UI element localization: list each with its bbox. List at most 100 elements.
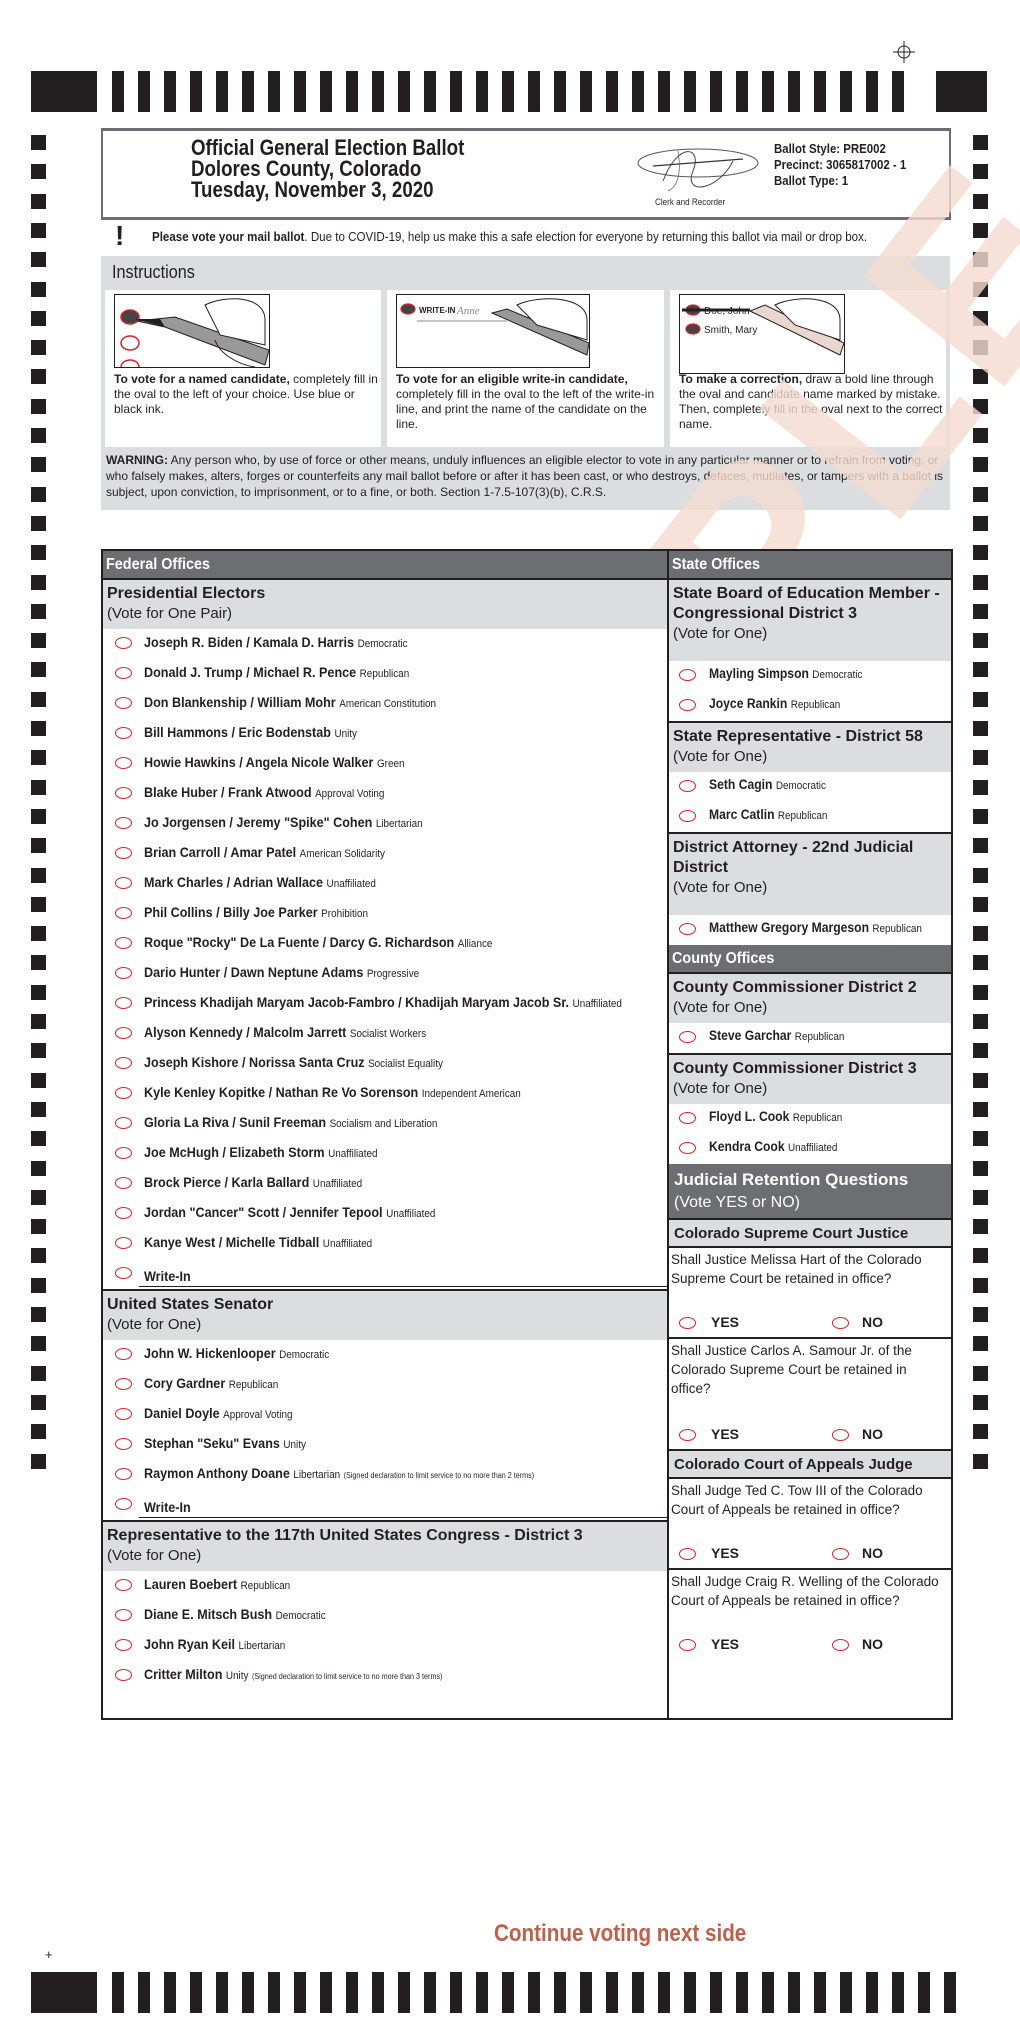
write-in-line[interactable]: [139, 1286, 668, 1287]
candidate-row[interactable]: Kanye West / Michelle Tidball Unaffiliat…: [103, 1229, 668, 1259]
yes-label[interactable]: YES: [711, 1545, 739, 1561]
candidate-row[interactable]: Howie Hawkins / Angela Nicole Walker Gre…: [103, 749, 668, 779]
yes-oval[interactable]: [679, 1548, 696, 1560]
yes-oval[interactable]: [679, 1639, 696, 1651]
candidate-row[interactable]: Diane E. Mitsch Bush Democratic: [103, 1601, 668, 1631]
candidate-row[interactable]: Donald J. Trump / Michael R. Pence Repub…: [103, 659, 668, 689]
candidate-row[interactable]: Stephan "Seku" Evans Unity: [103, 1430, 668, 1460]
candidate-row[interactable]: John W. Hickenlooper Democratic: [103, 1340, 668, 1370]
no-oval[interactable]: [832, 1317, 849, 1329]
vote-oval[interactable]: [115, 1057, 132, 1069]
candidate-row[interactable]: Mayling Simpson Democratic: [669, 661, 951, 691]
candidate-row[interactable]: Brock Pierce / Karla Ballard Unaffiliate…: [103, 1169, 668, 1199]
vote-oval[interactable]: [115, 997, 132, 1009]
vote-oval[interactable]: [679, 669, 696, 681]
candidate-row[interactable]: Joe McHugh / Elizabeth Storm Unaffiliate…: [103, 1139, 668, 1169]
candidate-row[interactable]: Princess Khadijah Maryam Jacob-Fambro / …: [103, 989, 668, 1019]
write-in-line[interactable]: [139, 1517, 668, 1518]
candidate-row[interactable]: Critter Milton Unity (Signed declaration…: [103, 1661, 668, 1691]
vote-oval[interactable]: [679, 1031, 696, 1043]
yes-oval[interactable]: [679, 1429, 696, 1441]
vote-oval[interactable]: [115, 1087, 132, 1099]
candidate-label: John W. Hickenlooper Democratic: [144, 1345, 329, 1361]
vote-oval[interactable]: [115, 1207, 132, 1219]
vote-oval[interactable]: [679, 1112, 696, 1124]
vote-oval[interactable]: [115, 727, 132, 739]
vote-oval[interactable]: [115, 937, 132, 949]
candidate-row[interactable]: Kendra Cook Unaffiliated: [669, 1134, 951, 1164]
candidate-row[interactable]: Bill Hammons / Eric Bodenstab Unity: [103, 719, 668, 749]
write-in-oval[interactable]: [115, 1498, 132, 1510]
yes-label[interactable]: YES: [711, 1314, 739, 1330]
vote-oval[interactable]: [679, 1142, 696, 1154]
candidate-row[interactable]: Dario Hunter / Dawn Neptune Adams Progre…: [103, 959, 668, 989]
candidate-row[interactable]: Mark Charles / Adrian Wallace Unaffiliat…: [103, 869, 668, 899]
candidate-row[interactable]: John Ryan Keil Libertarian: [103, 1631, 668, 1661]
candidate-row[interactable]: Blake Huber / Frank Atwood Approval Voti…: [103, 779, 668, 809]
no-label[interactable]: NO: [862, 1426, 883, 1442]
vote-oval[interactable]: [115, 1348, 132, 1360]
vote-oval[interactable]: [115, 1609, 132, 1621]
no-oval[interactable]: [832, 1639, 849, 1651]
candidate-row[interactable]: Alyson Kennedy / Malcolm Jarrett Sociali…: [103, 1019, 668, 1049]
candidate-row[interactable]: Matthew Gregory Margeson Republican: [669, 915, 951, 945]
candidate-row[interactable]: Marc Catlin Republican: [669, 802, 951, 832]
vote-oval[interactable]: [679, 780, 696, 792]
side-timing-mark: [31, 164, 46, 179]
no-label[interactable]: NO: [862, 1314, 883, 1330]
candidate-row[interactable]: Roque "Rocky" De La Fuente / Darcy G. Ri…: [103, 929, 668, 959]
yes-oval[interactable]: [679, 1317, 696, 1329]
candidate-row[interactable]: Seth Cagin Democratic: [669, 772, 951, 802]
yes-label[interactable]: YES: [711, 1426, 739, 1442]
vote-oval[interactable]: [115, 817, 132, 829]
candidate-row[interactable]: Gloria La Riva / Sunil Freeman Socialism…: [103, 1109, 668, 1139]
no-label[interactable]: NO: [862, 1636, 883, 1652]
vote-oval[interactable]: [115, 787, 132, 799]
vote-oval[interactable]: [115, 667, 132, 679]
vote-oval[interactable]: [115, 1579, 132, 1591]
candidate-row[interactable]: Jo Jorgensen / Jeremy "Spike" Cohen Libe…: [103, 809, 668, 839]
no-label[interactable]: NO: [862, 1545, 883, 1561]
vote-oval[interactable]: [115, 847, 132, 859]
candidate-row[interactable]: Phil Collins / Billy Joe Parker Prohibit…: [103, 899, 668, 929]
write-in-row[interactable]: Write-In: [103, 1490, 668, 1520]
vote-oval[interactable]: [679, 810, 696, 822]
candidate-row[interactable]: Joseph R. Biden / Kamala D. Harris Democ…: [103, 629, 668, 659]
vote-oval[interactable]: [679, 923, 696, 935]
vote-oval[interactable]: [115, 1438, 132, 1450]
candidate-row[interactable]: Brian Carroll / Amar Patel American Soli…: [103, 839, 668, 869]
vote-oval[interactable]: [115, 1378, 132, 1390]
write-in-oval[interactable]: [115, 1267, 132, 1279]
vote-oval[interactable]: [115, 1639, 132, 1651]
write-in-row[interactable]: Write-In: [103, 1259, 668, 1289]
yes-label[interactable]: YES: [711, 1636, 739, 1652]
vote-oval[interactable]: [115, 1177, 132, 1189]
vote-oval[interactable]: [115, 907, 132, 919]
vote-oval[interactable]: [115, 967, 132, 979]
candidate-row[interactable]: Joyce Rankin Republican: [669, 691, 951, 721]
no-oval[interactable]: [832, 1429, 849, 1441]
candidate-row[interactable]: Cory Gardner Republican: [103, 1370, 668, 1400]
candidate-row[interactable]: Steve Garchar Republican: [669, 1023, 951, 1053]
vote-oval[interactable]: [115, 757, 132, 769]
vote-oval[interactable]: [115, 1237, 132, 1249]
vote-oval[interactable]: [115, 637, 132, 649]
vote-oval[interactable]: [115, 1408, 132, 1420]
candidate-row[interactable]: Jordan "Cancer" Scott / Jennifer Tepool …: [103, 1199, 668, 1229]
vote-oval[interactable]: [115, 697, 132, 709]
vote-oval[interactable]: [679, 699, 696, 711]
vote-oval[interactable]: [115, 1147, 132, 1159]
candidate-row[interactable]: Don Blankenship / William Mohr American …: [103, 689, 668, 719]
candidate-row[interactable]: Daniel Doyle Approval Voting: [103, 1400, 668, 1430]
candidate-row[interactable]: Raymon Anthony Doane Libertarian (Signed…: [103, 1460, 668, 1490]
candidate-row[interactable]: Kyle Kenley Kopitke / Nathan Re Vo Soren…: [103, 1079, 668, 1109]
vote-oval[interactable]: [115, 1027, 132, 1039]
candidate-row[interactable]: Joseph Kishore / Norissa Santa Cruz Soci…: [103, 1049, 668, 1079]
no-oval[interactable]: [832, 1548, 849, 1560]
candidate-row[interactable]: Floyd L. Cook Republican: [669, 1104, 951, 1134]
candidate-row[interactable]: Lauren Boebert Republican: [103, 1571, 668, 1601]
vote-oval[interactable]: [115, 1468, 132, 1480]
vote-oval[interactable]: [115, 1669, 132, 1681]
vote-oval[interactable]: [115, 877, 132, 889]
vote-oval[interactable]: [115, 1117, 132, 1129]
